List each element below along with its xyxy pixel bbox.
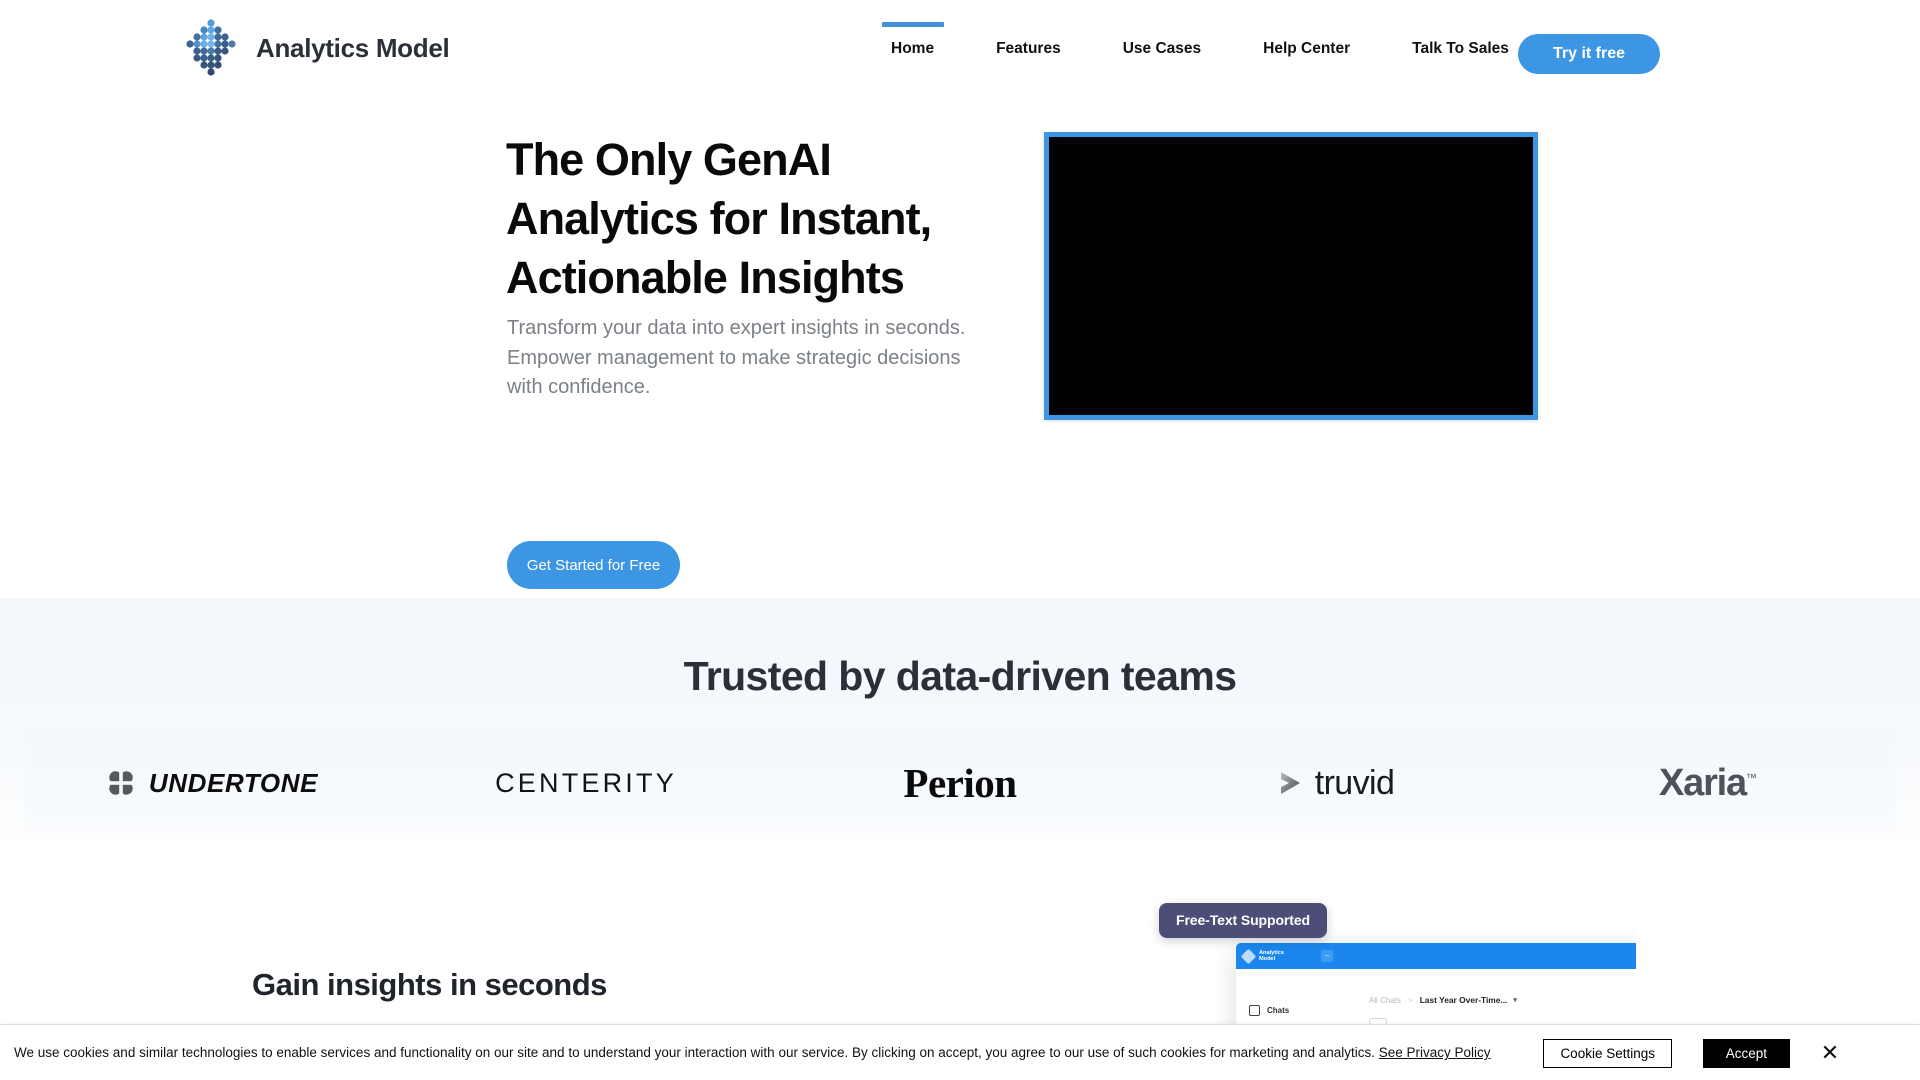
cookie-message: We use cookies and similar technologies … [14, 1043, 1614, 1062]
trusted-title: Trusted by data-driven teams [683, 653, 1237, 699]
nav-item-help-center[interactable]: Help Center [1232, 0, 1381, 98]
free-text-supported-badge: Free-Text Supported [1159, 903, 1327, 938]
sidebar-item-label: Chats [1267, 1006, 1290, 1015]
get-started-for-free-button[interactable]: Get Started for Free [507, 541, 680, 589]
privacy-policy-link[interactable]: See Privacy Policy [1379, 1045, 1491, 1060]
site-header: Analytics Model Home Features Use Cases … [0, 0, 1920, 98]
nav-item-use-cases[interactable]: Use Cases [1092, 0, 1232, 98]
app-brand-line2: Model [1259, 956, 1276, 962]
truvid-chevron-mark [1280, 772, 1300, 794]
partner-logo-truvid: truvid [1147, 764, 1521, 803]
partner-logo-perion: Perion [773, 759, 1147, 807]
trademark-mark: ™ [1745, 771, 1757, 784]
app-brand-label: Analytics Model [1259, 950, 1284, 963]
partner-logo-label: Xaria™ [1659, 762, 1757, 805]
sidebar-item-chats[interactable]: Chats [1249, 1005, 1289, 1016]
nav-item-label: Help Center [1263, 40, 1351, 57]
partner-logo-label: Perion [903, 760, 1017, 806]
nav-item-label: Talk To Sales [1412, 40, 1509, 57]
breadcrumb-separator: > [1408, 995, 1413, 1005]
dot-matrix-diamond-logo [186, 19, 236, 76]
partner-logo-xaria: Xaria™ [1521, 762, 1895, 805]
nav-item-label: Home [891, 40, 935, 57]
partner-logo-label: UNDERTONE [148, 767, 319, 798]
breadcrumb-back-link[interactable]: All Chats [1369, 996, 1401, 1005]
active-indicator-bar [881, 22, 944, 27]
cookie-message-text: We use cookies and similar technologies … [14, 1045, 1379, 1060]
video-screen[interactable] [1049, 137, 1533, 415]
sidebar-collapse-button[interactable]: – [1321, 950, 1333, 962]
close-icon[interactable]: ✕ [1815, 1038, 1845, 1068]
app-breadcrumb: All Chats > Last Year Over-Time... ▾ [1369, 995, 1517, 1005]
app-logo-icon [1240, 948, 1257, 964]
partner-logo-undertone: UNDERTONE [25, 768, 399, 799]
try-it-free-button[interactable]: Try it free [1518, 34, 1660, 74]
hero-title: The Only GenAI Analytics for Instant, Ac… [506, 134, 932, 303]
hero-section: The Only GenAI Analytics for Instant, Ac… [0, 98, 1920, 598]
app-brand-line1: Analytics [1259, 949, 1284, 956]
chat-bubble-icon [1249, 1005, 1260, 1016]
breadcrumb-current-label: Last Year Over-Time... [1419, 995, 1508, 1005]
nav-item-talk-to-sales[interactable]: Talk To Sales [1381, 0, 1540, 98]
chevron-down-icon: ▾ [1513, 997, 1517, 1004]
nav-item-label: Features [996, 40, 1061, 57]
hero-video-player[interactable] [1044, 132, 1538, 420]
partner-logo-centerity: CENTERITY [399, 768, 773, 799]
insights-title: Gain insights in seconds [252, 967, 607, 1002]
cookie-accept-button[interactable]: Accept [1702, 1039, 1790, 1068]
partner-logo-strip: UNDERTONE CENTERITY Perion truvid Xaria™ [25, 728, 1895, 838]
partner-logo-label: truvid [1314, 763, 1395, 802]
nav-item-home[interactable]: Home [860, 0, 965, 98]
partner-logo-label: CENTERITY [495, 767, 677, 798]
xaria-wordmark: Xaria [1659, 761, 1747, 804]
main-nav: Home Features Use Cases Help Center Talk… [860, 0, 1540, 98]
nav-item-features[interactable]: Features [965, 0, 1092, 98]
breadcrumb-current[interactable]: Last Year Over-Time... ▾ [1420, 995, 1517, 1005]
undertone-four-dot-mark [105, 768, 136, 798]
app-sidebar-brand: Analytics Model – [1236, 943, 1339, 969]
cookie-settings-button[interactable]: Cookie Settings [1543, 1039, 1672, 1068]
cookie-consent-bar: We use cookies and similar technologies … [0, 1024, 1920, 1080]
hero-subtitle: Transform your data into expert insights… [507, 317, 966, 398]
nav-item-label: Use Cases [1122, 40, 1202, 57]
brand-name: Analytics Model [256, 32, 450, 63]
brand-logo[interactable]: Analytics Model [183, 18, 450, 78]
